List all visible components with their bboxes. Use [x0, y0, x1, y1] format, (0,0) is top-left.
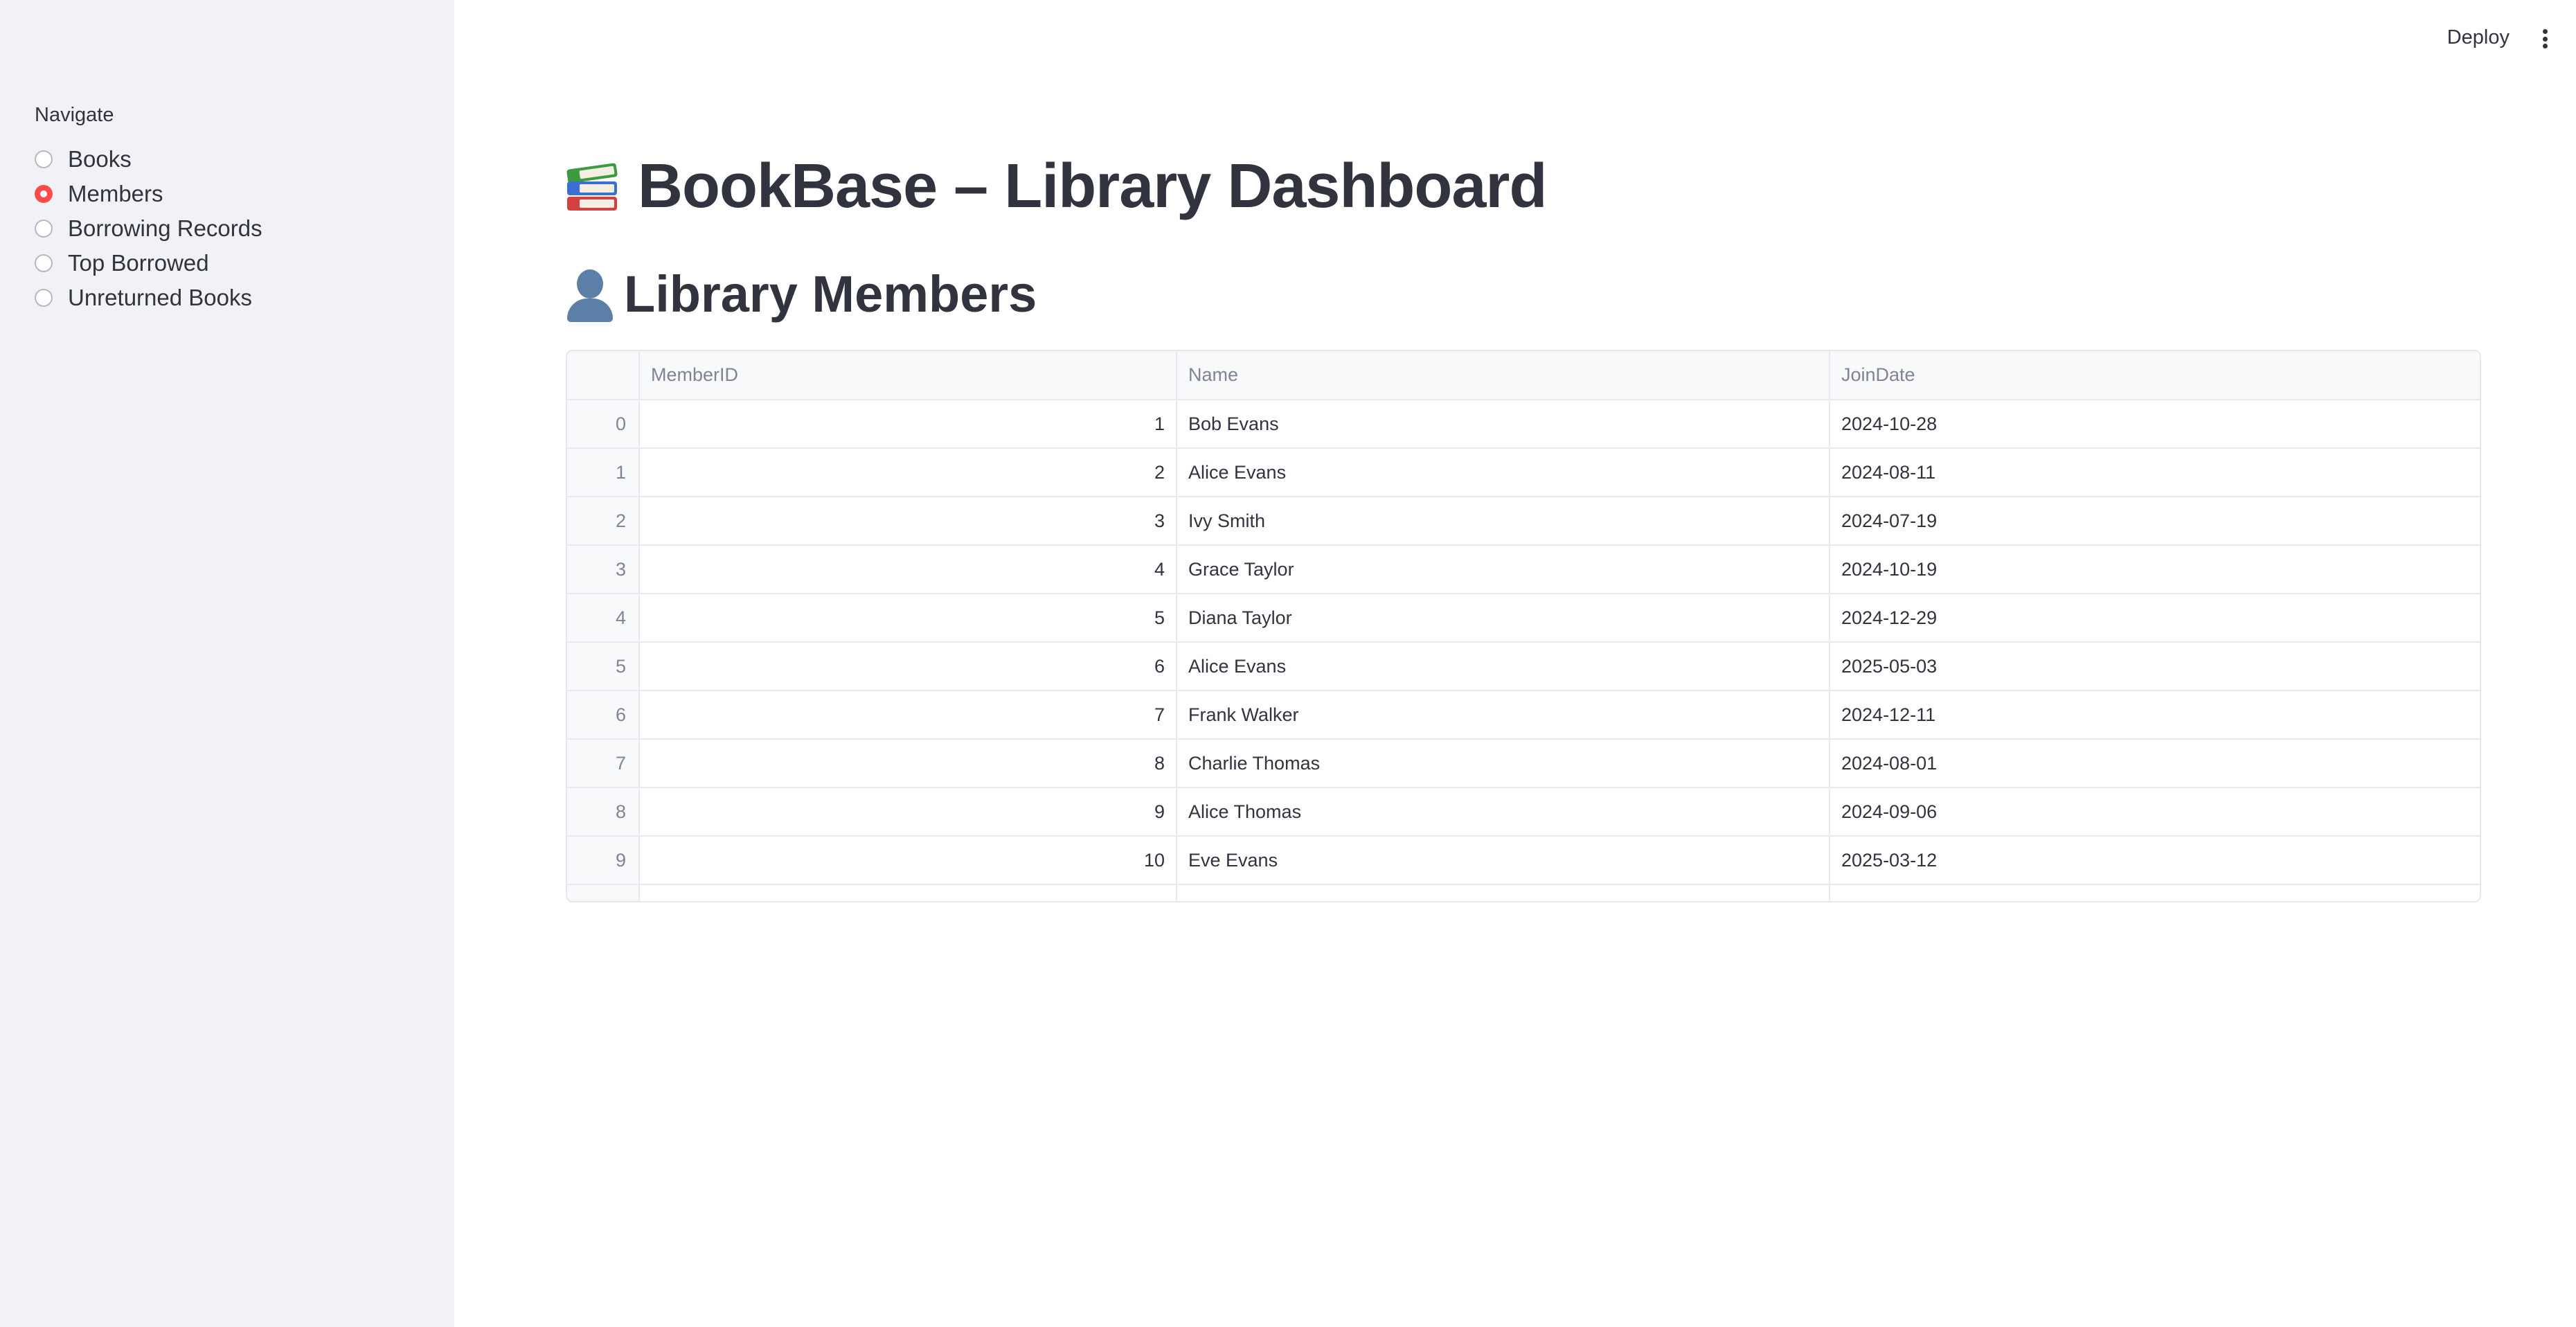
name-cell[interactable]: Eve Evans [1177, 836, 1830, 885]
name-cell[interactable] [1177, 884, 1830, 901]
book-shape [566, 162, 618, 184]
book-shape [567, 181, 617, 195]
app-root: Navigate Books Members Borrowing Records… [0, 0, 2576, 1327]
name-cell[interactable]: Bob Evans [1177, 400, 1830, 449]
books-icon [564, 158, 623, 216]
radio-option-borrowing-records[interactable]: Borrowing Records [35, 211, 262, 246]
kebab-dot [2542, 44, 2548, 48]
row-index-cell: 8 [567, 787, 640, 837]
table-row: 8 9 Alice Thomas 2024-09-06 [567, 787, 2480, 837]
section-header-row: Library Members [564, 265, 1037, 323]
radio-button-selected-icon[interactable] [35, 185, 53, 203]
row-index-cell: 3 [567, 545, 640, 594]
memberid-cell[interactable]: 4 [639, 545, 1177, 594]
row-index-cell: 5 [567, 642, 640, 691]
joindate-cell[interactable]: 2025-03-12 [1830, 836, 2480, 885]
joindate-cell[interactable]: 2024-12-11 [1830, 691, 2480, 740]
table-row: 2 3 Ivy Smith 2024-07-19 [567, 497, 2480, 546]
members-table: MemberID Name JoinDate 0 1 Bob Evans 202… [567, 351, 2480, 901]
radio-option-label: Top Borrowed [68, 250, 209, 276]
name-cell[interactable]: Frank Walker [1177, 691, 1830, 740]
table-row: 0 1 Bob Evans 2024-10-28 [567, 400, 2480, 449]
joindate-cell[interactable]: 2024-08-11 [1830, 448, 2480, 497]
row-index-cell: 1 [567, 448, 640, 497]
radio-option-label: Members [68, 181, 163, 206]
memberid-cell[interactable]: 7 [639, 691, 1177, 740]
row-index-cell: 6 [567, 691, 640, 740]
memberid-cell[interactable] [639, 884, 1177, 901]
members-dataframe[interactable]: MemberID Name JoinDate 0 1 Bob Evans 202… [566, 350, 2481, 902]
row-index-cell: 7 [567, 739, 640, 788]
name-cell[interactable]: Alice Evans [1177, 448, 1830, 497]
memberid-cell[interactable]: 2 [639, 448, 1177, 497]
table-row: 4 5 Diana Taylor 2024-12-29 [567, 594, 2480, 643]
page-title-row: BookBase – Library Dashboard [564, 151, 1547, 222]
user-silhouette-icon [564, 267, 616, 322]
memberid-cell[interactable]: 3 [639, 497, 1177, 546]
row-index-cell: 0 [567, 400, 640, 449]
main-menu-kebab-icon[interactable] [2534, 25, 2555, 53]
row-index-cell [567, 884, 640, 901]
kebab-dot [2542, 29, 2548, 34]
memberid-cell[interactable]: 6 [639, 642, 1177, 691]
kebab-dot [2542, 36, 2548, 42]
section-header: Library Members [624, 265, 1037, 323]
table-row: 6 7 Frank Walker 2024-12-11 [567, 691, 2480, 740]
radio-option-members[interactable]: Members [35, 177, 262, 211]
radio-option-top-borrowed[interactable]: Top Borrowed [35, 246, 262, 280]
table-row: 9 10 Eve Evans 2025-03-12 [567, 836, 2480, 885]
table-row: 1 2 Alice Evans 2024-08-11 [567, 448, 2480, 497]
radio-button-icon[interactable] [35, 254, 53, 272]
name-cell[interactable]: Grace Taylor [1177, 545, 1830, 594]
radio-option-label: Books [68, 146, 132, 172]
name-cell[interactable]: Alice Thomas [1177, 787, 1830, 837]
memberid-cell[interactable]: 5 [639, 594, 1177, 643]
memberid-cell[interactable]: 1 [639, 400, 1177, 449]
radio-option-books[interactable]: Books [35, 142, 262, 177]
column-header-memberid[interactable]: MemberID [639, 351, 1177, 400]
memberid-cell[interactable]: 9 [639, 787, 1177, 837]
radio-option-label: Unreturned Books [68, 285, 252, 310]
table-header-row: MemberID Name JoinDate [567, 351, 2480, 400]
table-row-partial [567, 884, 2480, 901]
radio-button-icon[interactable] [35, 220, 53, 238]
column-header-joindate[interactable]: JoinDate [1830, 351, 2480, 400]
table-row: 7 8 Charlie Thomas 2024-08-01 [567, 739, 2480, 788]
joindate-cell[interactable]: 2024-07-19 [1830, 497, 2480, 546]
navigate-radio-group: Books Members Borrowing Records Top Borr… [35, 142, 262, 315]
memberid-cell[interactable]: 10 [639, 836, 1177, 885]
radio-option-unreturned-books[interactable]: Unreturned Books [35, 280, 262, 315]
book-shape [567, 196, 617, 211]
name-cell[interactable]: Diana Taylor [1177, 594, 1830, 643]
joindate-cell[interactable]: 2024-12-29 [1830, 594, 2480, 643]
radio-button-icon[interactable] [35, 150, 53, 168]
sidebar: Navigate Books Members Borrowing Records… [0, 0, 454, 1327]
joindate-cell[interactable]: 2024-08-01 [1830, 739, 2480, 788]
table-row: 3 4 Grace Taylor 2024-10-19 [567, 545, 2480, 594]
column-header-index[interactable] [567, 351, 640, 400]
row-index-cell: 4 [567, 594, 640, 643]
joindate-cell[interactable] [1830, 884, 2480, 901]
name-cell[interactable]: Charlie Thomas [1177, 739, 1830, 788]
memberid-cell[interactable]: 8 [639, 739, 1177, 788]
navigate-label: Navigate [35, 104, 114, 126]
table-row: 5 6 Alice Evans 2025-05-03 [567, 642, 2480, 691]
page-title: BookBase – Library Dashboard [638, 152, 1547, 221]
name-cell[interactable]: Alice Evans [1177, 642, 1830, 691]
column-header-name[interactable]: Name [1177, 351, 1830, 400]
joindate-cell[interactable]: 2024-10-28 [1830, 400, 2480, 449]
row-index-cell: 2 [567, 497, 640, 546]
joindate-cell[interactable]: 2024-09-06 [1830, 787, 2480, 837]
radio-button-icon[interactable] [35, 289, 53, 307]
radio-option-label: Borrowing Records [68, 215, 262, 241]
joindate-cell[interactable]: 2024-10-19 [1830, 545, 2480, 594]
deploy-button[interactable]: Deploy [2447, 26, 2510, 49]
name-cell[interactable]: Ivy Smith [1177, 497, 1830, 546]
joindate-cell[interactable]: 2025-05-03 [1830, 642, 2480, 691]
row-index-cell: 9 [567, 836, 640, 885]
